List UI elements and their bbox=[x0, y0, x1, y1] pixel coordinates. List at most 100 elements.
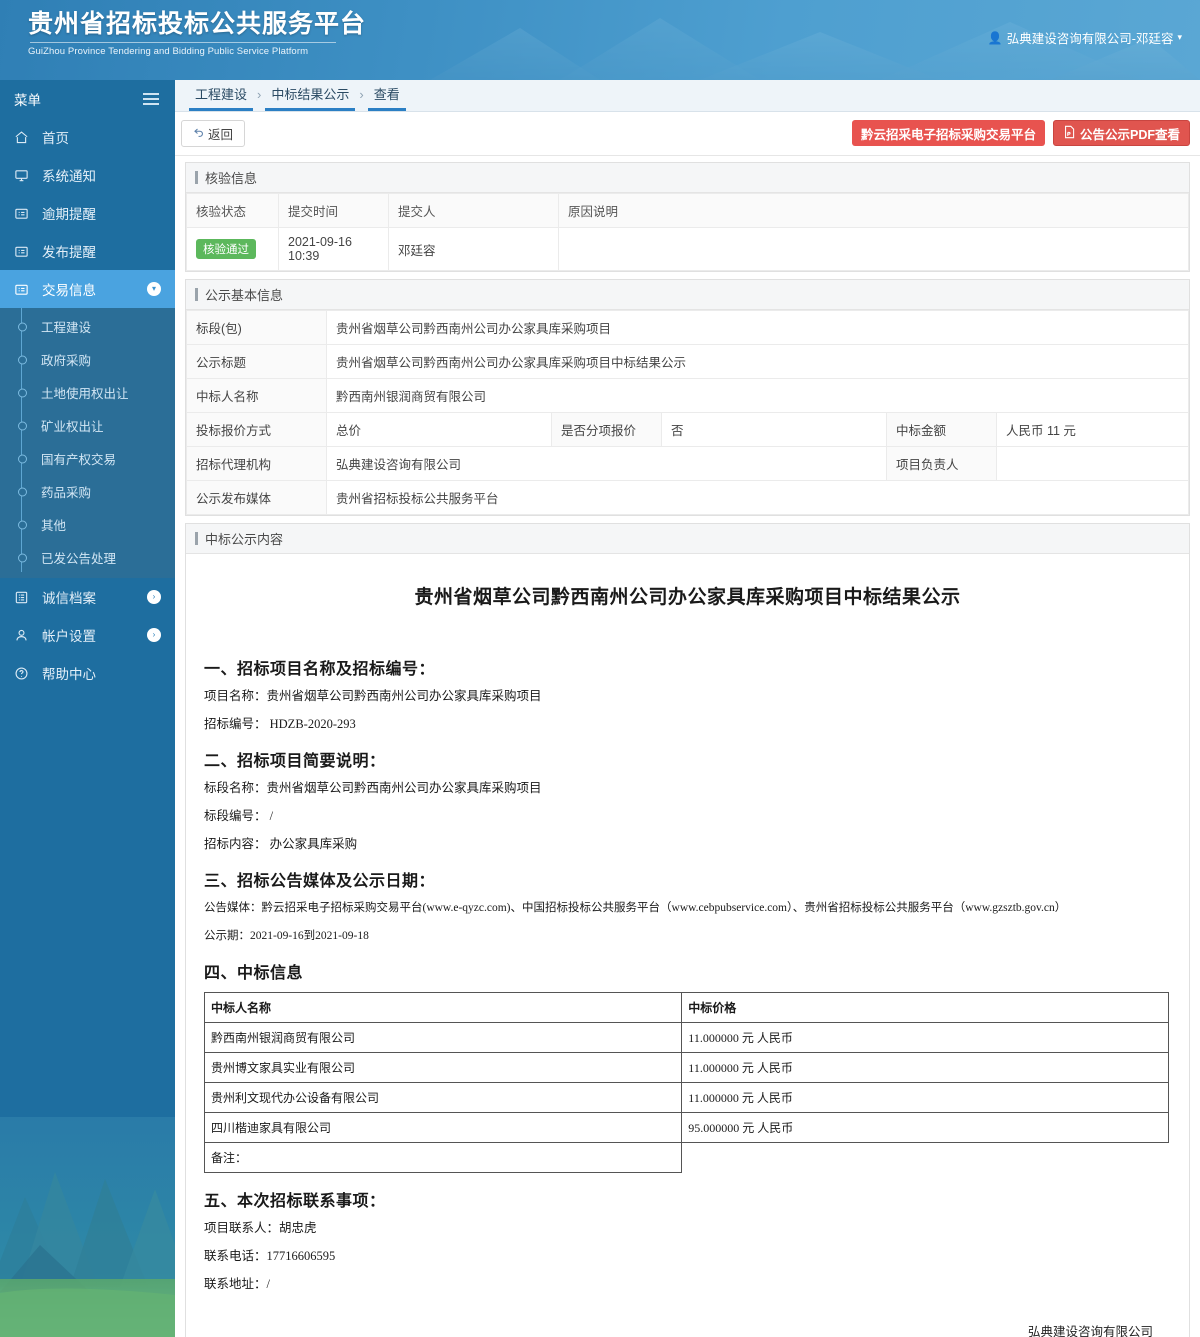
bid-result-table: 中标人名称 中标价格 黔西南州银润商贸有限公司 11.000000 元 人民币 … bbox=[203, 992, 1170, 1173]
cell-reason bbox=[558, 227, 1189, 271]
label-winner: 中标人名称 bbox=[186, 378, 327, 413]
label-quote-mode: 投标报价方式 bbox=[186, 412, 327, 447]
sidebar-item-credit-archive[interactable]: 诚信档案 › bbox=[0, 578, 175, 616]
toolbar: 返回 黔云招采电子招标采购交易平台 公告公示PDF查看 bbox=[175, 112, 1200, 156]
signature-company: 弘典建设咨询有限公司 bbox=[1027, 1325, 1153, 1337]
section-3-period: 公示期：2021-09-16到2021-09-18 bbox=[204, 930, 369, 942]
sidebar-subitem-state-property[interactable]: 国有产权交易 bbox=[0, 442, 175, 475]
section-3-media: 公告媒体：黔云招采电子招标采购交易平台(www.e-qyzc.com)、中国招标… bbox=[204, 902, 1067, 914]
user-account-menu[interactable]: 👤 弘典建设咨询有限公司-邓廷容 ▾ bbox=[988, 28, 1182, 47]
sidebar-subitem-label: 其他 bbox=[41, 519, 67, 533]
breadcrumb-separator-icon: › bbox=[257, 87, 262, 102]
table-row: 贵州博文家具实业有限公司 11.000000 元 人民币 bbox=[203, 1052, 1170, 1083]
table-row: 贵州利文现代办公设备有限公司 11.000000 元 人民币 bbox=[203, 1082, 1170, 1113]
section-1-heading: 一、招标项目名称及招标编号： bbox=[204, 661, 436, 678]
status-badge: 核验通过 bbox=[196, 239, 256, 259]
sidebar-subitem-label: 国有产权交易 bbox=[41, 453, 117, 467]
section-1-tender-number: 招标编号： HDZB-2020-293 bbox=[204, 717, 356, 731]
section-5-contact-address: 联系地址：/ bbox=[204, 1277, 270, 1291]
announcement-panel-title: 中标公示内容 bbox=[186, 524, 1189, 554]
table-header-row: 核验状态 提交时间 提交人 原因说明 bbox=[186, 193, 1189, 228]
sidebar-subitem-label: 药品采购 bbox=[41, 486, 92, 500]
site-branding: 贵州省招标投标公共服务平台 GuiZhou Province Tendering… bbox=[28, 9, 366, 58]
toolbar-actions: 黔云招采电子招标采购交易平台 公告公示PDF查看 bbox=[851, 120, 1190, 146]
sidebar-subitem-other[interactable]: 其他 bbox=[0, 508, 175, 541]
sidebar-item-overdue-reminder[interactable]: 逾期提醒 bbox=[0, 194, 175, 232]
sidebar-item-transaction-info[interactable]: 交易信息 ▾ bbox=[0, 270, 175, 308]
cell-bid-price: 11.000000 元 人民币 bbox=[681, 1052, 1170, 1083]
cell-bid-price: 95.000000 元 人民币 bbox=[681, 1112, 1170, 1143]
table-row: 投标报价方式 总价 是否分项报价 否 中标金额 人民币 11 元 bbox=[186, 412, 1189, 447]
platform-link-button[interactable]: 黔云招采电子招标采购交易平台 bbox=[851, 120, 1045, 146]
breadcrumb-item-engineering[interactable]: 工程建设 bbox=[189, 86, 254, 111]
account-icon bbox=[14, 628, 36, 643]
value-quote-mode: 总价 bbox=[326, 412, 552, 447]
sidebar-item-label: 诚信档案 bbox=[42, 591, 96, 606]
sidebar-landscape-image bbox=[0, 1117, 175, 1337]
sidebar-item-system-notice[interactable]: 系统通知 bbox=[0, 156, 175, 194]
col-submitter: 提交人 bbox=[388, 193, 559, 228]
value-section: 贵州省烟草公司黔西南州公司办公家具库采购项目 bbox=[326, 310, 1189, 345]
value-agency: 弘典建设咨询有限公司 bbox=[326, 446, 887, 481]
sidebar-item-label: 交易信息 bbox=[42, 283, 96, 298]
value-winner: 黔西南州银润商贸有限公司 bbox=[326, 378, 1189, 413]
sidebar-subitem-land-use-rights[interactable]: 土地使用权出让 bbox=[0, 376, 175, 409]
section-2-lot-number: 标段编号： / bbox=[204, 809, 274, 823]
platform-link-label: 黔云招采电子招标采购交易平台 bbox=[860, 127, 1036, 142]
sidebar-item-label: 逾期提醒 bbox=[42, 207, 96, 222]
signature-block: 弘典建设咨询有限公司 二〇二一年九月十六日 bbox=[200, 1319, 1175, 1337]
label-section: 标段(包) bbox=[186, 310, 327, 345]
cell-remark-value bbox=[682, 1143, 1169, 1173]
sidebar-item-help-center[interactable]: 帮助中心 bbox=[0, 654, 175, 692]
breadcrumb-item-view[interactable]: 查看 bbox=[367, 86, 406, 111]
cell-bidder-name: 贵州利文现代办公设备有限公司 bbox=[203, 1082, 683, 1113]
site-title-cn: 贵州省招标投标公共服务平台 bbox=[28, 10, 367, 38]
pdf-view-button[interactable]: 公告公示PDF查看 bbox=[1052, 120, 1190, 146]
table-row: 招标代理机构 弘典建设咨询有限公司 项目负责人 bbox=[186, 446, 1189, 481]
chevron-down-icon: ▾ bbox=[147, 282, 161, 296]
app-header: 贵州省招标投标公共服务平台 GuiZhou Province Tendering… bbox=[0, 0, 1200, 80]
user-account-label: 弘典建设咨询有限公司-邓廷容 bbox=[1006, 32, 1174, 46]
col-bidder-name: 中标人名称 bbox=[203, 992, 683, 1023]
col-bid-price: 中标价格 bbox=[681, 992, 1170, 1023]
user-icon: 👤 bbox=[987, 30, 1003, 45]
value-media: 贵州省招标投标公共服务平台 bbox=[326, 480, 1189, 515]
cell-bid-price: 11.000000 元 人民币 bbox=[681, 1082, 1170, 1113]
hamburger-icon[interactable] bbox=[143, 93, 159, 105]
col-reason: 原因说明 bbox=[558, 193, 1189, 228]
back-button[interactable]: 返回 bbox=[181, 120, 246, 147]
table-row-remark: 备注： bbox=[203, 1142, 1169, 1173]
sidebar-item-publish-reminder[interactable]: 发布提醒 bbox=[0, 232, 175, 270]
section-5-contact-phone: 联系电话：17716606595 bbox=[204, 1249, 336, 1263]
main-content: 工程建设 › 中标结果公示 › 查看 返回 黔云招采电子招标采购交易平台 公告公… bbox=[175, 80, 1200, 1337]
section-2-heading: 二、招标项目简要说明： bbox=[204, 753, 386, 770]
value-manager bbox=[996, 446, 1189, 481]
chevron-right-icon: › bbox=[147, 590, 161, 604]
sidebar-item-account-settings[interactable]: 帐户设置 › bbox=[0, 616, 175, 654]
label-manager: 项目负责人 bbox=[886, 446, 997, 481]
basic-info-panel: 公示基本信息 标段(包) 贵州省烟草公司黔西南州公司办公家具库采购项目 公示标题… bbox=[185, 279, 1190, 516]
sidebar-item-home[interactable]: 首页 bbox=[0, 118, 175, 156]
help-icon bbox=[14, 666, 36, 681]
sidebar-subitem-mining-rights[interactable]: 矿业权出让 bbox=[0, 409, 175, 442]
cell-submitter: 邓廷容 bbox=[388, 227, 559, 271]
sidebar-item-label: 系统通知 bbox=[42, 169, 96, 184]
basic-info-panel-title: 公示基本信息 bbox=[186, 280, 1189, 310]
sidebar-subitem-label: 工程建设 bbox=[41, 321, 92, 335]
breadcrumb-separator-icon: › bbox=[359, 87, 364, 102]
sidebar-subitem-published-notice[interactable]: 已发公告处理 bbox=[0, 541, 175, 574]
value-notice-title: 贵州省烟草公司黔西南州公司办公家具库采购项目中标结果公示 bbox=[326, 344, 1189, 379]
cell-bid-price: 11.000000 元 人民币 bbox=[681, 1022, 1170, 1053]
section-2-tender-content: 招标内容： 办公家具库采购 bbox=[204, 837, 358, 851]
undo-arrow-icon bbox=[193, 126, 205, 141]
section-1-project-name: 项目名称：贵州省烟草公司黔西南州公司办公家具库采购项目 bbox=[204, 689, 542, 703]
section-5-contact-person: 项目联系人：胡忠虎 bbox=[204, 1221, 317, 1235]
sidebar-subitem-label: 政府采购 bbox=[41, 354, 92, 368]
sidebar-subitem-engineering[interactable]: 工程建设 bbox=[0, 310, 175, 343]
col-submit-time: 提交时间 bbox=[278, 193, 389, 228]
verification-table: 核验状态 提交时间 提交人 原因说明 核验通过 2021-09-16 10:39 bbox=[186, 193, 1189, 271]
sidebar-subitem-gov-procurement[interactable]: 政府采购 bbox=[0, 343, 175, 376]
breadcrumb-item-bid-result[interactable]: 中标结果公示 bbox=[265, 86, 356, 111]
sidebar-subitem-drug-procurement[interactable]: 药品采购 bbox=[0, 475, 175, 508]
table-row: 黔西南州银润商贸有限公司 11.000000 元 人民币 bbox=[203, 1022, 1170, 1053]
